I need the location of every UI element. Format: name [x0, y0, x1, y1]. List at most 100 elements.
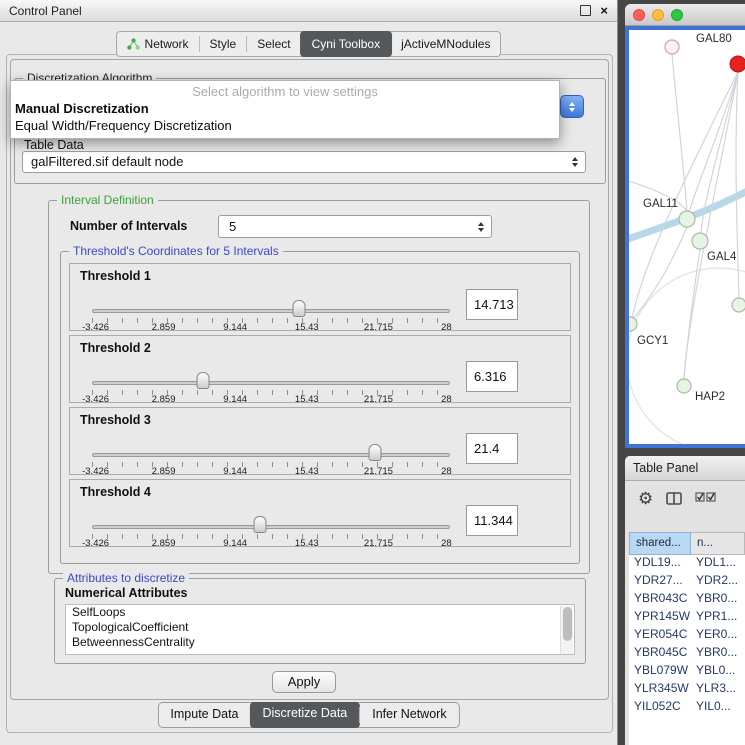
control-panel-window: Control Panel × Network Style Select Cyn… — [0, 0, 618, 745]
slider-thumb[interactable] — [292, 300, 305, 317]
table-row[interactable]: YPR145WYPR1... — [629, 609, 745, 627]
threshold-value-field[interactable]: 21.4 — [466, 433, 518, 464]
tab-cyni-toolbox[interactable]: Cyni Toolbox — [300, 31, 392, 57]
threshold-slider[interactable]: -3.4262.859 9.14415.43 21.71528 — [92, 480, 450, 548]
slider-thumb[interactable] — [254, 516, 267, 533]
network-window-titlebar[interactable] — [625, 4, 745, 26]
top-tab-bar: Network Style Select Cyni Toolbox jActiv… — [116, 31, 502, 57]
threshold-slider[interactable]: -3.4262.859 9.14415.43 21.71528 — [92, 264, 450, 332]
threshold-value-field[interactable]: 11.344 — [466, 505, 518, 536]
slider-scale: -3.4262.859 9.14415.43 21.71528 — [92, 395, 450, 405]
table-row[interactable]: YBR043CYBR0... — [629, 591, 745, 609]
select-columns-icon[interactable] — [695, 492, 717, 505]
attributes-to-discretize-group: Attributes to discretize Numerical Attri… — [54, 578, 586, 664]
table-header-row: shared... n... — [629, 532, 745, 555]
dropdown-option-equal-width[interactable]: Equal Width/Frequency Discretization — [11, 117, 559, 134]
node-label-gcy1: GCY1 — [637, 335, 668, 347]
group-title: Threshold's Coordinates for 5 Intervals — [69, 244, 283, 258]
threshold-slider[interactable]: -3.4262.859 9.14415.43 21.71528 — [92, 336, 450, 404]
threshold-panel-4: Threshold 4 -3.4262.859 9.14415.43 21.71… — [69, 479, 571, 547]
network-graph — [629, 30, 745, 444]
node-red-selected[interactable] — [730, 56, 745, 72]
slider-track[interactable] — [92, 453, 450, 457]
table-row[interactable]: YIL052CYIL0... — [629, 699, 745, 717]
slider-track[interactable] — [92, 309, 450, 313]
list-item[interactable]: TopologicalCoefficient — [66, 620, 574, 635]
minimize-traffic-light-icon[interactable] — [652, 9, 664, 21]
threshold-value-field[interactable]: 6.316 — [466, 361, 518, 392]
gear-icon[interactable]: ⚙ — [638, 490, 653, 507]
node-gal80[interactable] — [665, 40, 679, 54]
scrollbar-thumb[interactable] — [563, 607, 572, 641]
window-titlebar[interactable]: Control Panel × — [0, 0, 617, 22]
node-label-gal11: GAL11 — [643, 198, 678, 210]
slider-track[interactable] — [92, 381, 450, 385]
slider-thumb[interactable] — [368, 444, 381, 461]
stepper-down-icon — [569, 108, 575, 112]
zoom-traffic-light-icon[interactable] — [671, 9, 683, 21]
close-traffic-light-icon[interactable] — [633, 9, 645, 21]
columns-icon[interactable] — [666, 492, 682, 505]
header-shared-name[interactable]: shared... — [629, 532, 691, 555]
list-item[interactable]: BetweennessCentrality — [66, 635, 574, 650]
thresholds-coordinates-group: Threshold's Coordinates for 5 Intervals … — [60, 251, 580, 564]
node-hap2[interactable] — [677, 379, 691, 393]
list-item[interactable]: SelfLoops — [66, 605, 574, 620]
table-panel-titlebar[interactable]: Table Panel — [625, 456, 745, 481]
network-view-window: GAL80 GAL11 GAL4 GCY1 HAP2 — [625, 4, 745, 448]
tab-select[interactable]: Select — [247, 32, 300, 56]
table-row[interactable]: YBR045CYBR0... — [629, 645, 745, 663]
table-data-value: galFiltered.sif default node — [31, 154, 183, 169]
tab-label: jActiveMNodules — [401, 37, 490, 51]
tab-infer-network[interactable]: Infer Network — [360, 703, 458, 727]
node-gal4[interactable] — [692, 233, 708, 249]
node-gal11[interactable] — [679, 211, 695, 227]
node-label-hap2: HAP2 — [695, 391, 725, 403]
tab-label: Select — [257, 37, 290, 51]
tab-style[interactable]: Style — [200, 32, 247, 56]
node-label-gal4: GAL4 — [707, 251, 736, 263]
threshold-panel-3: Threshold 3 -3.4262.859 9.14415.43 21.71… — [69, 407, 571, 475]
table-row[interactable]: YDR27...YDR2... — [629, 573, 745, 591]
threshold-value-field[interactable]: 14.713 — [466, 289, 518, 320]
threshold-slider[interactable]: -3.4262.859 9.14415.43 21.71528 — [92, 408, 450, 476]
header-name[interactable]: n... — [691, 532, 745, 555]
number-of-intervals-label: Number of Intervals — [70, 219, 187, 233]
tab-impute-data[interactable]: Impute Data — [158, 703, 250, 727]
slider-scale: -3.4262.859 9.14415.43 21.71528 — [92, 539, 450, 549]
table-data-combobox[interactable]: galFiltered.sif default node — [22, 151, 586, 173]
table-row[interactable]: YLR345WYLR3... — [629, 681, 745, 699]
numerical-attributes-list[interactable]: SelfLoops TopologicalCoefficient Between… — [65, 604, 575, 655]
tab-discretize-data[interactable]: Discretize Data — [250, 702, 361, 728]
list-scrollbar[interactable] — [560, 606, 573, 655]
tab-network[interactable]: Network — [117, 32, 199, 56]
group-title: Interval Definition — [57, 193, 158, 207]
close-icon[interactable]: × — [600, 5, 608, 17]
tab-label: Network — [145, 37, 189, 51]
number-of-intervals-value: 5 — [229, 219, 236, 234]
node-partial[interactable] — [732, 298, 745, 312]
table-data-label: Table Data — [24, 138, 84, 152]
tab-label: Style — [210, 37, 237, 51]
table-row[interactable]: YER054CYER0... — [629, 627, 745, 645]
slider-track[interactable] — [92, 525, 450, 529]
slider-scale: -3.4262.859 9.14415.43 21.71528 — [92, 467, 450, 477]
apply-button[interactable]: Apply — [272, 671, 336, 693]
node-gcy1[interactable] — [629, 317, 637, 331]
node-label-gal80: GAL80 — [696, 33, 732, 45]
dropdown-option-manual[interactable]: Manual Discretization — [11, 100, 559, 117]
float-window-icon[interactable] — [580, 5, 591, 16]
spinner-arrows-icon — [478, 222, 484, 232]
table-row[interactable]: YDL19...YDL1... — [629, 555, 745, 573]
network-icon — [127, 38, 140, 50]
threshold-panel-1: Threshold 1 -3.4262.859 9.14415.43 21.71… — [69, 263, 571, 331]
slider-thumb[interactable] — [196, 372, 209, 389]
dropdown-placeholder: Select algorithm to view settings — [11, 83, 559, 100]
table-panel-title: Table Panel — [633, 461, 698, 475]
numerical-attributes-label: Numerical Attributes — [65, 586, 187, 600]
tab-jactivemnodules[interactable]: jActiveMNodules — [391, 32, 500, 56]
number-of-intervals-spinner[interactable]: 5 — [218, 215, 492, 238]
table-row[interactable]: YBL079WYBL0... — [629, 663, 745, 681]
network-canvas[interactable]: GAL80 GAL11 GAL4 GCY1 HAP2 — [625, 26, 745, 448]
algorithm-combobox-stepper[interactable] — [560, 95, 584, 118]
